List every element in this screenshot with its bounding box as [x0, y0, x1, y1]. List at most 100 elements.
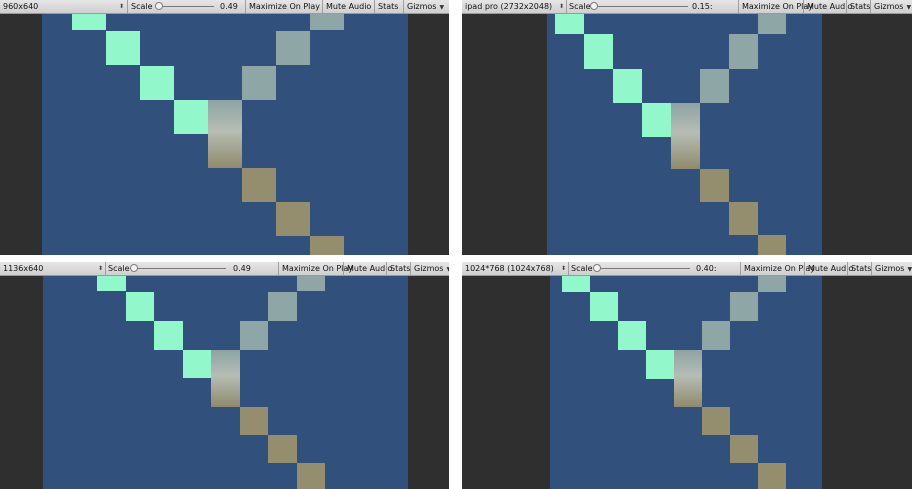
- tile: [242, 168, 276, 202]
- scale-value: 0.15:: [692, 2, 713, 11]
- game-render-area[interactable]: [547, 14, 822, 255]
- tile: [126, 292, 154, 321]
- slider-thumb-icon[interactable]: [593, 264, 601, 272]
- tile: [72, 14, 106, 30]
- game-view-viewport: [462, 14, 912, 255]
- tile: [758, 14, 786, 34]
- tile: [642, 103, 671, 137]
- game-view-viewport: [0, 14, 449, 255]
- tile: [729, 202, 758, 235]
- toolbar-divider: [566, 0, 567, 13]
- tile: [208, 100, 242, 168]
- game-view-viewport: [0, 276, 449, 489]
- resolution-label: 1024*768 (1024x768): [465, 264, 554, 273]
- game-view-panel-4: 1024*768 (1024x768) ⬍ Scale 0.40: Maximi…: [462, 262, 912, 489]
- tile: [154, 321, 183, 350]
- mute-audio-toggle[interactable]: Mute Audio: [322, 0, 374, 13]
- resolution-dropdown[interactable]: 1136x640: [3, 262, 43, 275]
- resolution-label: ipad pro (2732x2048): [465, 2, 553, 11]
- tile: [758, 463, 786, 489]
- scale-value: 0.49: [220, 2, 238, 11]
- game-render-area[interactable]: [550, 276, 822, 489]
- tile: [590, 292, 618, 321]
- game-view-toolbar: 960x640 ⬍ Scale 0.49 Maximize On Play Mu…: [0, 0, 449, 14]
- tile: [242, 66, 276, 100]
- gizmos-dropdown[interactable]: Gizmos ▼: [403, 0, 447, 13]
- game-view-toolbar: ipad pro (2732x2048) ⬍ Scale 0.15: Maxim…: [462, 0, 912, 14]
- tile: [730, 292, 758, 321]
- scale-slider-track[interactable]: [597, 268, 690, 269]
- tile: [613, 69, 642, 103]
- game-render-area[interactable]: [43, 276, 408, 489]
- tile: [310, 14, 344, 30]
- stats-label: Stats: [851, 264, 872, 273]
- tile: [646, 350, 674, 379]
- tile: [240, 321, 268, 350]
- resolution-label: 1136x640: [3, 264, 44, 273]
- tile: [618, 321, 646, 350]
- caret-down-icon: ▼: [439, 4, 445, 11]
- scale-slider-track[interactable]: [158, 6, 214, 7]
- tile: [211, 350, 240, 407]
- tile: [140, 66, 174, 100]
- tile: [174, 100, 208, 134]
- tile: [674, 350, 702, 407]
- gizmos-label: Gizmos: [414, 264, 444, 273]
- tile: [702, 321, 730, 350]
- game-view-panel-3: 1136x640 ⬍ Scale 0.49 Maximize On Play M…: [0, 262, 449, 489]
- scale-slider-track[interactable]: [594, 6, 688, 7]
- gizmos-label: Gizmos: [875, 264, 905, 273]
- resolution-dropdown[interactable]: 1024*768 (1024x768): [465, 262, 554, 275]
- tile: [268, 435, 297, 463]
- updown-arrows-icon: ⬍: [561, 265, 567, 272]
- updown-arrows-icon: ⬍: [559, 3, 565, 10]
- game-render-area[interactable]: [42, 14, 408, 255]
- tile: [758, 235, 786, 255]
- scale-label: Scale: [131, 2, 153, 11]
- tile: [758, 276, 786, 292]
- scale-label: Scale: [569, 2, 591, 11]
- tile: [562, 276, 590, 292]
- tile: [702, 407, 730, 435]
- game-view-panel-2: ipad pro (2732x2048) ⬍ Scale 0.15: Maxim…: [462, 0, 912, 255]
- stats-toggle[interactable]: Stats: [374, 0, 401, 13]
- game-view-toolbar: 1136x640 ⬍ Scale 0.49 Maximize On Play M…: [0, 262, 449, 276]
- gizmos-dropdown[interactable]: Gizmos ▼: [870, 0, 912, 13]
- updown-arrows-icon: ⬍: [98, 265, 104, 272]
- toolbar-divider: [568, 262, 569, 275]
- toolbar-divider: [105, 262, 106, 275]
- resolution-dropdown[interactable]: ipad pro (2732x2048): [465, 0, 552, 13]
- scale-slider-track[interactable]: [134, 268, 226, 269]
- tile: [183, 350, 211, 378]
- slider-thumb-icon[interactable]: [130, 264, 138, 272]
- caret-down-icon: ▼: [446, 266, 449, 273]
- game-view-toolbar: 1024*768 (1024x768) ⬍ Scale 0.40: Maximi…: [462, 262, 912, 276]
- caret-down-icon: ▼: [906, 4, 912, 11]
- tile: [700, 69, 729, 103]
- gizmos-label: Gizmos: [407, 2, 437, 11]
- tile: [584, 34, 613, 69]
- scale-label: Scale: [571, 264, 593, 273]
- tile: [106, 31, 140, 65]
- gizmos-label: Gizmos: [874, 2, 904, 11]
- maximize-on-play-toggle[interactable]: Maximize On Play: [245, 0, 323, 13]
- tile: [268, 292, 297, 321]
- scale-label: Scale: [108, 264, 130, 273]
- caret-down-icon: ▼: [907, 266, 912, 273]
- tile: [297, 276, 325, 291]
- slider-thumb-icon[interactable]: [590, 2, 598, 10]
- toolbar-divider: [127, 0, 128, 13]
- mute-audio-label: Mute Audio: [326, 2, 372, 11]
- stats-label: Stats: [850, 2, 871, 11]
- tile: [276, 31, 310, 65]
- game-view-panel-1: 960x640 ⬍ Scale 0.49 Maximize On Play Mu…: [0, 0, 449, 255]
- game-view-viewport: [462, 276, 912, 489]
- scale-value: 0.40:: [696, 264, 717, 273]
- updown-arrows-icon: ⬍: [119, 3, 125, 10]
- gizmos-dropdown[interactable]: Gizmos ▼: [871, 262, 912, 275]
- gizmos-dropdown[interactable]: Gizmos ▼: [410, 262, 449, 275]
- tile: [310, 236, 344, 255]
- tile: [730, 435, 758, 463]
- slider-thumb-icon[interactable]: [155, 2, 163, 10]
- resolution-dropdown[interactable]: 960x640: [3, 0, 38, 13]
